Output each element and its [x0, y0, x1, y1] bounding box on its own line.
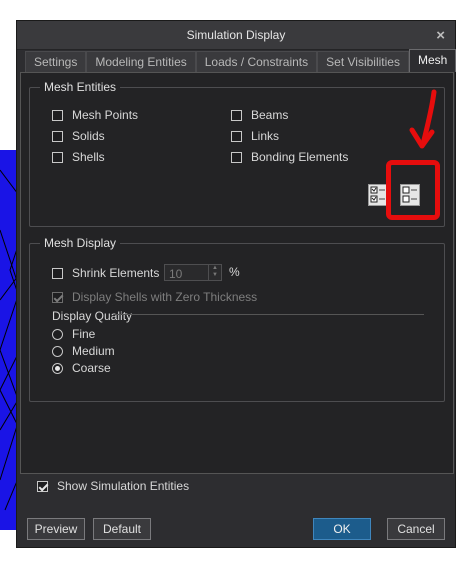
annotation-highlight-box — [386, 160, 440, 220]
bonding-elements-option[interactable]: Bonding Elements — [231, 150, 348, 164]
tab-mesh[interactable]: Mesh — [408, 49, 457, 72]
quality-fine-radio[interactable] — [52, 328, 63, 340]
quality-medium-radio[interactable] — [52, 345, 63, 357]
preview-button[interactable]: Preview — [27, 518, 85, 540]
quality-medium-option[interactable]: Medium — [52, 344, 115, 358]
stepper-up-icon[interactable]: ▲ — [209, 265, 221, 272]
annotation-arrow-icon — [409, 89, 437, 149]
quality-coarse-radio[interactable] — [52, 362, 63, 374]
mesh-entities-title: Mesh Entities — [40, 80, 121, 94]
shrink-elements-option[interactable]: Shrink Elements — [52, 266, 159, 280]
links-label: Links — [251, 129, 280, 143]
ok-button[interactable]: OK — [313, 518, 371, 540]
tab-modeling-entities[interactable]: Modeling Entities — [86, 51, 196, 72]
display-quality-divider — [114, 314, 424, 315]
shrink-percent-stepper[interactable]: 10 ▲ ▼ — [164, 264, 222, 281]
shells-checkbox[interactable] — [52, 151, 63, 163]
solids-option[interactable]: Solids — [52, 129, 105, 143]
quality-fine-option[interactable]: Fine — [52, 327, 95, 341]
quality-coarse-label: Coarse — [72, 361, 111, 375]
shrink-unit: % — [229, 265, 240, 279]
cancel-button[interactable]: Cancel — [387, 518, 445, 540]
mesh-entities-group: Mesh Entities Mesh Points Solids Shells … — [29, 80, 445, 227]
bonding-elements-checkbox[interactable] — [231, 151, 242, 163]
mesh-display-group: Mesh Display Shrink Elements 10 ▲ ▼ % Di… — [29, 236, 445, 402]
links-checkbox[interactable] — [231, 130, 242, 142]
tab-settings[interactable]: Settings — [25, 51, 87, 72]
shrink-percent-value: 10 — [169, 267, 183, 281]
quality-medium-label: Medium — [72, 344, 115, 358]
zero-thickness-checkbox — [52, 291, 63, 303]
mesh-tab-panel: Mesh Entities Mesh Points Solids Shells … — [20, 72, 454, 474]
shells-option[interactable]: Shells — [52, 150, 105, 164]
stepper-arrows[interactable]: ▲ ▼ — [208, 265, 221, 280]
links-option[interactable]: Links — [231, 129, 279, 143]
quality-fine-label: Fine — [72, 327, 96, 341]
solids-checkbox[interactable] — [52, 130, 63, 142]
solids-label: Solids — [72, 129, 105, 143]
default-button[interactable]: Default — [93, 518, 151, 540]
tab-bar: Settings Modeling Entities Loads / Const… — [25, 49, 457, 73]
mesh-display-title: Mesh Display — [40, 236, 121, 250]
tab-loads-constraints[interactable]: Loads / Constraints — [195, 51, 318, 72]
tab-set-visibilities[interactable]: Set Visibilities — [317, 51, 409, 72]
shrink-elements-label: Shrink Elements — [72, 266, 160, 280]
beams-checkbox[interactable] — [231, 109, 242, 121]
close-icon[interactable]: × — [436, 27, 445, 44]
shrink-elements-checkbox[interactable] — [52, 267, 63, 279]
quality-coarse-option[interactable]: Coarse — [52, 361, 111, 375]
show-simulation-entities-label: Show Simulation Entities — [57, 479, 190, 493]
show-simulation-entities-checkbox[interactable] — [37, 480, 48, 492]
beams-label: Beams — [251, 108, 289, 122]
mesh-points-option[interactable]: Mesh Points — [52, 108, 138, 122]
bonding-elements-label: Bonding Elements — [251, 150, 349, 164]
beams-option[interactable]: Beams — [231, 108, 288, 122]
display-quality-title: Display Quality — [52, 309, 133, 323]
shells-label: Shells — [72, 150, 105, 164]
mesh-points-checkbox[interactable] — [52, 109, 63, 121]
mesh-points-label: Mesh Points — [72, 108, 139, 122]
title-bar: Simulation Display × — [17, 21, 455, 50]
dialog-title: Simulation Display — [186, 28, 286, 42]
select-all-icon[interactable] — [368, 184, 388, 206]
simulation-display-dialog: Simulation Display × Settings Modeling E… — [16, 20, 457, 548]
show-simulation-entities-option[interactable]: Show Simulation Entities — [37, 479, 189, 493]
stepper-down-icon[interactable]: ▼ — [209, 272, 221, 279]
zero-thickness-option: Display Shells with Zero Thickness — [52, 290, 257, 304]
zero-thickness-label: Display Shells with Zero Thickness — [72, 290, 258, 304]
